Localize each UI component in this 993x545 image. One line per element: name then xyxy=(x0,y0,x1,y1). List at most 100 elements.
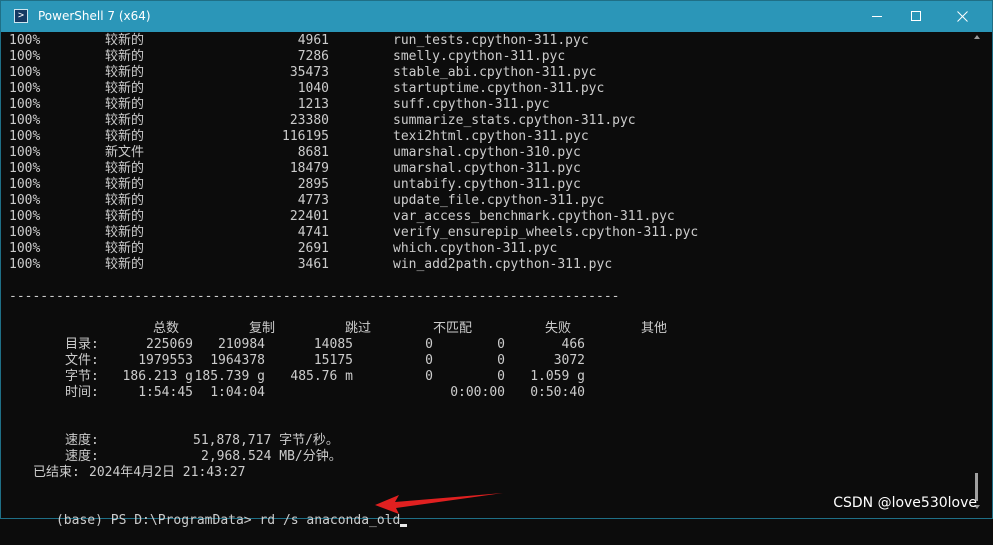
ended-value: 2024年4月2日 21:43:27 xyxy=(89,465,246,480)
speed-value: 51,878,717 字节/秒。 xyxy=(193,433,339,448)
powershell-window: > PowerShell 7 (x64) 100% 较新的 4961 run_test… xyxy=(0,0,993,528)
file-size: 35473 xyxy=(289,65,329,80)
list-item: 100% 较新的 18479 umarshal.cpython-311.pyc xyxy=(9,161,809,177)
file-size: 116195 xyxy=(282,129,329,144)
maximize-icon xyxy=(910,11,921,21)
file-status: 较新的 xyxy=(105,225,145,240)
file-status: 较新的 xyxy=(105,129,145,144)
list-item: 100% 较新的 22401 var_access_benchmark.cpython… xyxy=(9,209,809,225)
copied-value: 210984 xyxy=(218,337,265,352)
table-row: 文件: 1979553 1964378 15175 0 0 3072 xyxy=(9,353,809,369)
scroll-up-arrow-icon[interactable] xyxy=(974,35,980,39)
row-label: 字节: xyxy=(65,369,99,384)
file-name: win_add2path.cpython-311.pyc xyxy=(393,257,613,272)
speed-line-2: 速度: 2,968.524 MB/分钟。 xyxy=(9,449,809,465)
terminal-output[interactable]: 100% 较新的 4961 run_tests.cpython-311.pyc 100%… xyxy=(9,33,969,528)
skipped-value: 15175 xyxy=(313,353,353,368)
file-size: 4741 xyxy=(297,225,329,240)
maximize-button[interactable] xyxy=(893,1,939,32)
extras-value: 0:50:40 xyxy=(530,385,585,400)
percent: 100% xyxy=(9,241,41,256)
vertical-scrollbar[interactable] xyxy=(972,33,982,511)
percent: 100% xyxy=(9,257,41,272)
file-status: 较新的 xyxy=(105,81,145,96)
copied-value: 185.739 g xyxy=(194,369,265,384)
mismatch-value: 0 xyxy=(425,353,433,368)
table-row: 目录: 225069 210984 14085 0 0 466 xyxy=(9,337,809,353)
file-status: 较新的 xyxy=(105,49,145,64)
file-size: 4961 xyxy=(297,33,329,48)
speed-value: 2,968.524 MB/分钟。 xyxy=(201,449,342,464)
file-status: 较新的 xyxy=(105,257,145,272)
file-size: 2895 xyxy=(297,177,329,192)
file-status: 较新的 xyxy=(105,65,145,80)
percent: 100% xyxy=(9,49,41,64)
failed-value: 0 xyxy=(497,369,505,384)
percent: 100% xyxy=(9,129,41,144)
header-failed: 失败 xyxy=(545,321,572,336)
file-size: 1040 xyxy=(297,81,329,96)
file-name: var_access_benchmark.cpython-311.pyc xyxy=(393,209,675,224)
powershell-icon[interactable]: > xyxy=(14,9,28,23)
list-item: 100% 较新的 3461 win_add2path.cpython-311.pyc xyxy=(9,257,809,273)
file-size: 3461 xyxy=(297,257,329,272)
title-bar[interactable]: > PowerShell 7 (x64) xyxy=(1,1,992,32)
skipped-value: 14085 xyxy=(313,337,353,352)
file-status: 较新的 xyxy=(105,241,145,256)
percent: 100% xyxy=(9,65,41,80)
percent: 100% xyxy=(9,97,41,112)
file-size: 2691 xyxy=(297,241,329,256)
total-value: 225069 xyxy=(146,337,193,352)
close-button[interactable] xyxy=(939,1,985,32)
row-label: 时间: xyxy=(65,385,99,400)
close-icon xyxy=(956,11,968,22)
file-status: 较新的 xyxy=(105,97,145,112)
mismatch-value: 0 xyxy=(425,369,433,384)
header-extras: 其他 xyxy=(641,321,668,336)
text-cursor xyxy=(400,524,408,527)
header-total: 总数 xyxy=(153,321,180,336)
failed-value: 0:00:00 xyxy=(450,385,505,400)
list-item: 100% 较新的 2691 which.cpython-311.pyc xyxy=(9,241,809,257)
failed-value: 0 xyxy=(497,353,505,368)
percent: 100% xyxy=(9,113,41,128)
percent: 100% xyxy=(9,177,41,192)
file-status: 新文件 xyxy=(105,145,145,160)
list-item: 100% 较新的 4961 run_tests.cpython-311.pyc xyxy=(9,33,809,49)
total-value: 186.213 g xyxy=(122,369,193,384)
copied-value: 1964378 xyxy=(210,353,265,368)
file-status: 较新的 xyxy=(105,177,145,192)
file-name: umarshal.cpython-310.pyc xyxy=(393,145,581,160)
file-size: 1213 xyxy=(297,97,329,112)
speed-line-1: 速度: 51,878,717 字节/秒。 xyxy=(9,433,809,449)
list-item: 100% 较新的 4741 verify_ensurepip_wheels.cpyth… xyxy=(9,225,809,241)
prompt-text: (base) PS D:\ProgramData> xyxy=(55,513,252,528)
file-size: 8681 xyxy=(297,145,329,160)
mismatch-value: 0 xyxy=(425,337,433,352)
minimize-icon xyxy=(871,16,882,17)
percent: 100% xyxy=(9,33,41,48)
header-mismatch: 不匹配 xyxy=(433,321,473,336)
copied-value: 1:04:04 xyxy=(210,385,265,400)
separator-line: ----------------------------------------… xyxy=(9,289,620,304)
total-value: 1:54:45 xyxy=(138,385,193,400)
file-name: stable_abi.cpython-311.pyc xyxy=(393,65,597,80)
command-input[interactable]: rd /s anaconda_old xyxy=(259,513,400,528)
window-title: PowerShell 7 (x64) xyxy=(38,9,151,23)
file-status: 较新的 xyxy=(105,161,145,176)
ended-label: 已结束: xyxy=(33,465,80,480)
file-size: 22401 xyxy=(289,209,329,224)
file-name: smelly.cpython-311.pyc xyxy=(393,49,566,64)
extras-value: 466 xyxy=(561,337,585,352)
percent: 100% xyxy=(9,193,41,208)
percent: 100% xyxy=(9,209,41,224)
list-item: 100% 较新的 1213 suff.cpython-311.pyc xyxy=(9,97,809,113)
file-name: umarshal.cpython-311.pyc xyxy=(393,161,581,176)
failed-value: 0 xyxy=(497,337,505,352)
list-item: 100% 较新的 4773 update_file.cpython-311.pyc xyxy=(9,193,809,209)
file-name: startuptime.cpython-311.pyc xyxy=(393,81,605,96)
list-item: 100% 新文件 8681 umarshal.cpython-310.pyc xyxy=(9,145,809,161)
table-row: 字节: 186.213 g 185.739 g 485.76 m 0 0 1.059 g xyxy=(9,369,809,385)
total-value: 1979553 xyxy=(138,353,193,368)
row-label: 文件: xyxy=(65,353,99,368)
